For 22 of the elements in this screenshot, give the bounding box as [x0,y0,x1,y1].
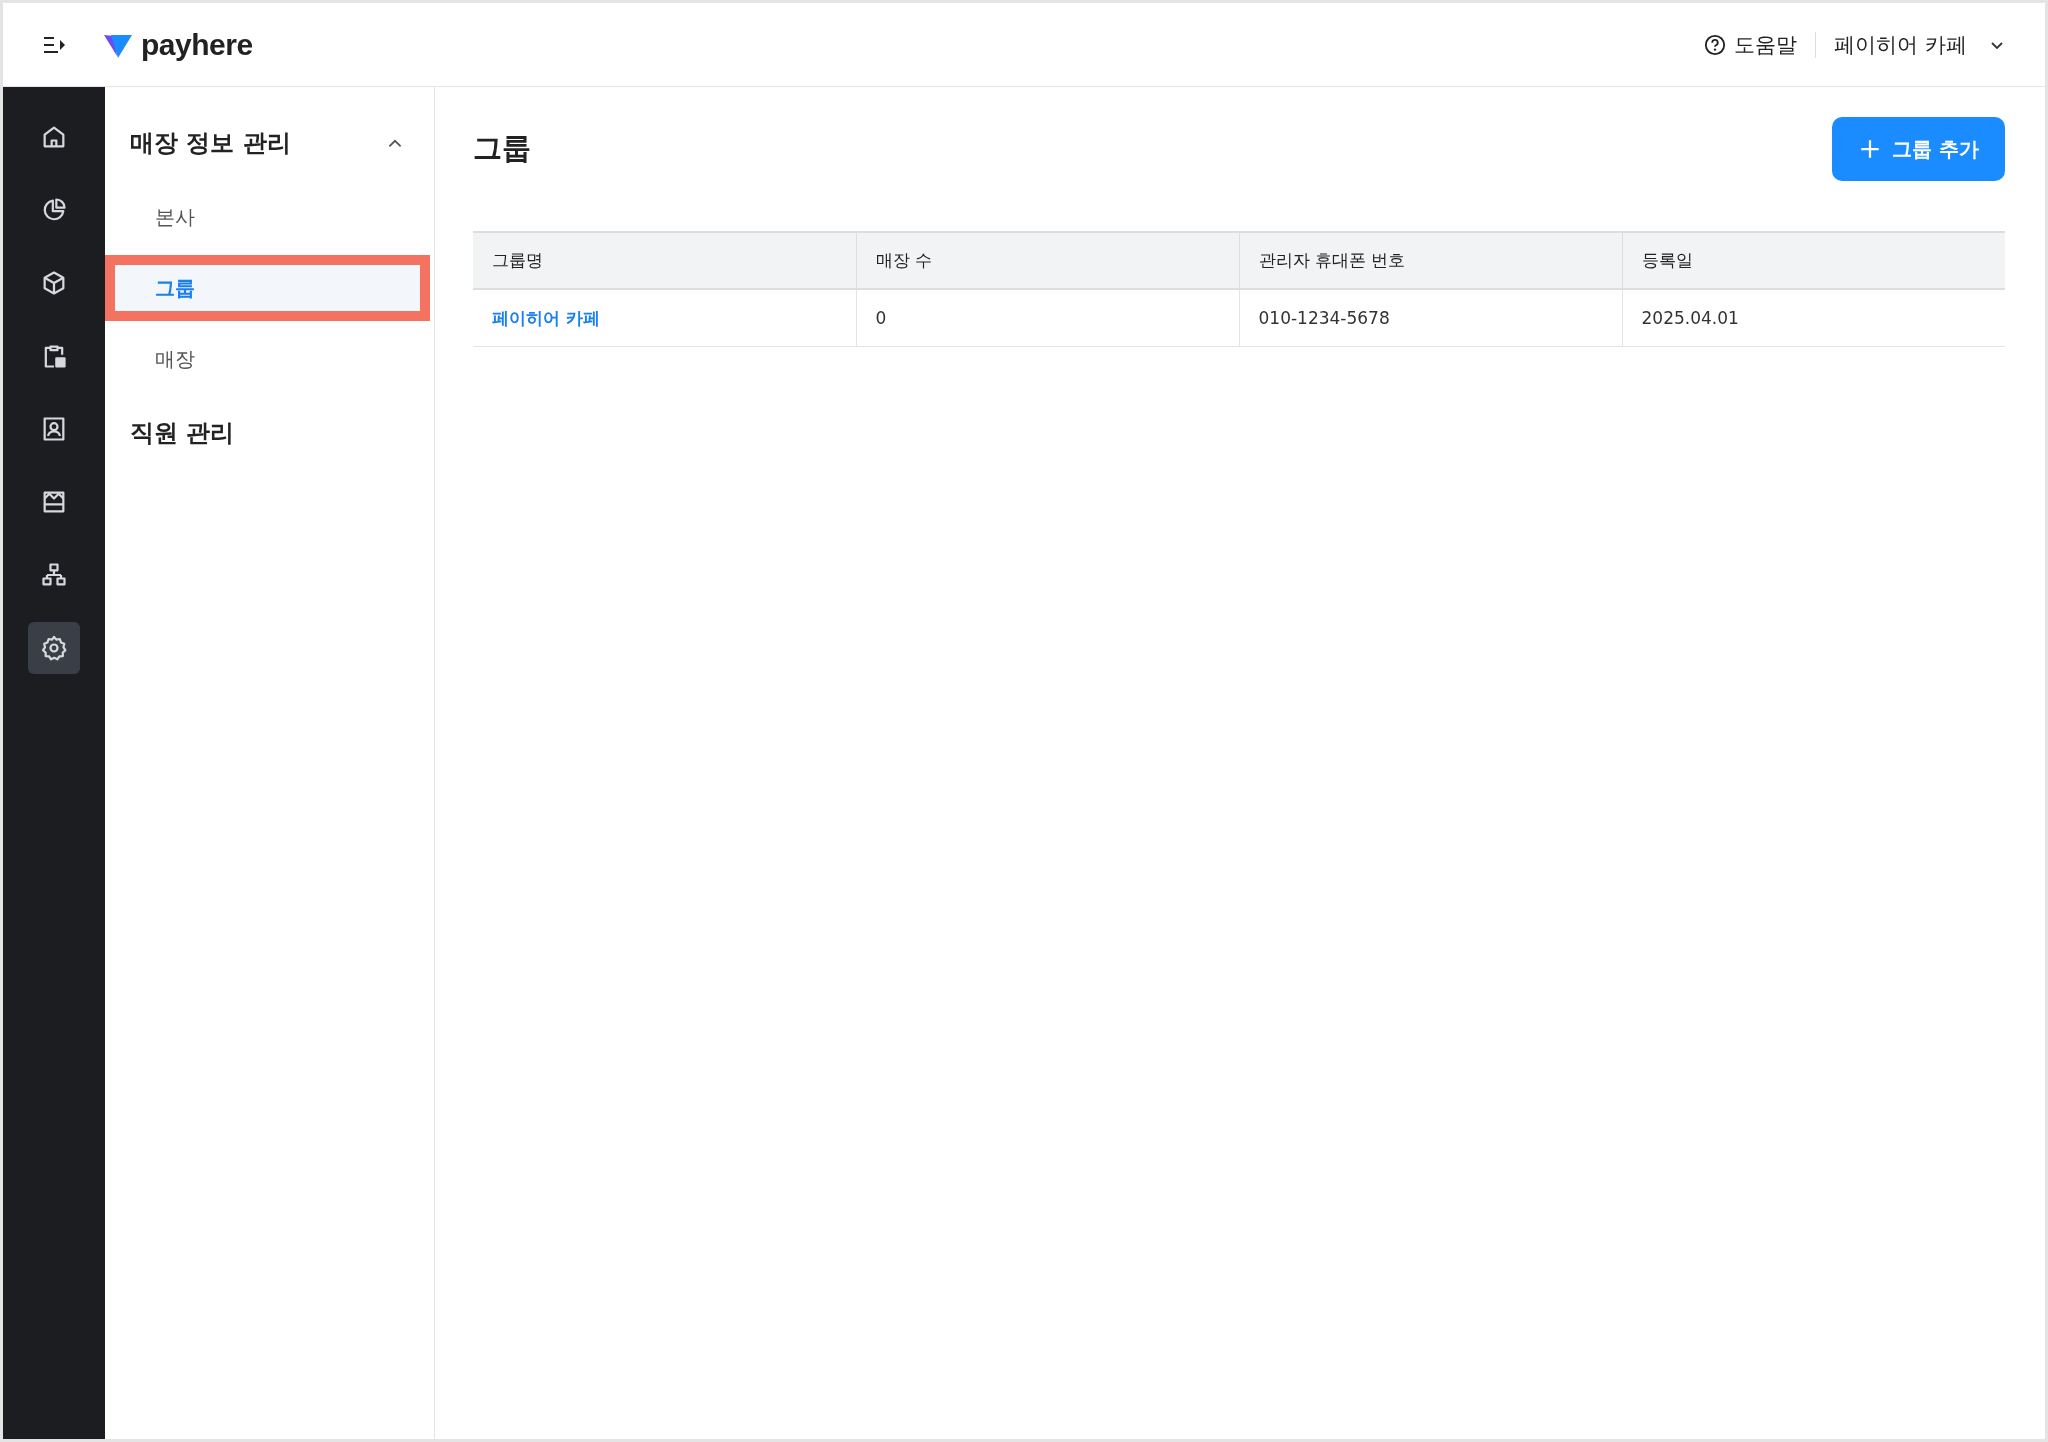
help-icon [1704,33,1727,56]
account-dropdown[interactable]: 페이히어 카페 [1834,30,2005,59]
menu-section[interactable]: 매장 정보 관리 [105,107,434,179]
table-cell: 010-1234-5678 [1258,308,1390,328]
column-header: 관리자 휴대폰 번호 [1239,232,1622,289]
brand-name: payhere [141,27,253,62]
column-header: 매장 수 [856,232,1239,289]
column-header: 그룹명 [473,232,856,289]
help-button[interactable]: 도움말 [1704,30,1798,59]
menu-section[interactable]: 직원 관리 [105,397,434,469]
group-link[interactable]: 페이히어 카페 [492,307,600,328]
menu-item[interactable]: 매장 [105,326,430,392]
page-title: 그룹 [473,130,531,167]
table-cell: 0 [875,308,887,328]
menu-item[interactable]: 본사 [105,184,430,250]
menu-item[interactable]: 그룹 [105,255,430,321]
table-cell: 2025.04.01 [1641,308,1739,328]
nav-button[interactable] [28,622,80,674]
settings-icon [40,634,68,662]
column-header: 등록일 [1622,232,2005,289]
menu-icon[interactable] [43,34,67,55]
plus-icon [1860,139,1881,159]
